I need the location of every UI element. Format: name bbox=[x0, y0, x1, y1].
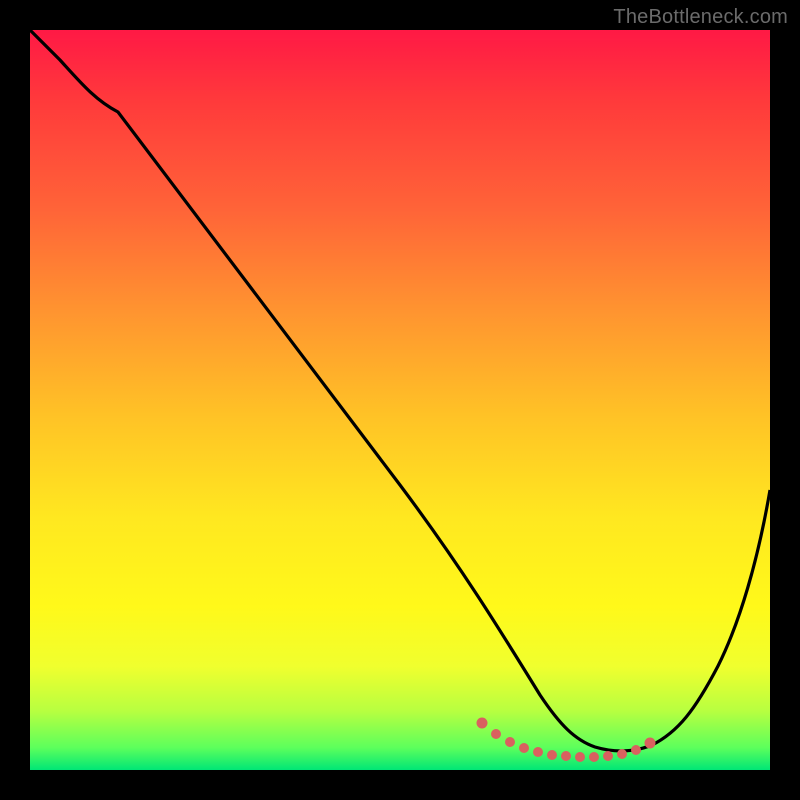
plot-area bbox=[30, 30, 770, 770]
curve-path bbox=[30, 30, 770, 751]
dot bbox=[645, 738, 656, 749]
dot bbox=[631, 745, 641, 755]
dot bbox=[561, 751, 571, 761]
dot bbox=[491, 729, 501, 739]
dotted-minimum-segment bbox=[477, 718, 656, 763]
watermark-text: TheBottleneck.com bbox=[613, 6, 788, 29]
dot bbox=[617, 749, 627, 759]
dot bbox=[533, 747, 543, 757]
dot bbox=[519, 743, 529, 753]
dot bbox=[477, 718, 488, 729]
chart-frame: TheBottleneck.com bbox=[0, 0, 800, 800]
bottleneck-curve bbox=[30, 30, 770, 770]
dot bbox=[547, 750, 557, 760]
dot bbox=[589, 752, 599, 762]
dot bbox=[505, 737, 515, 747]
dot bbox=[603, 751, 613, 761]
dot bbox=[575, 752, 585, 762]
